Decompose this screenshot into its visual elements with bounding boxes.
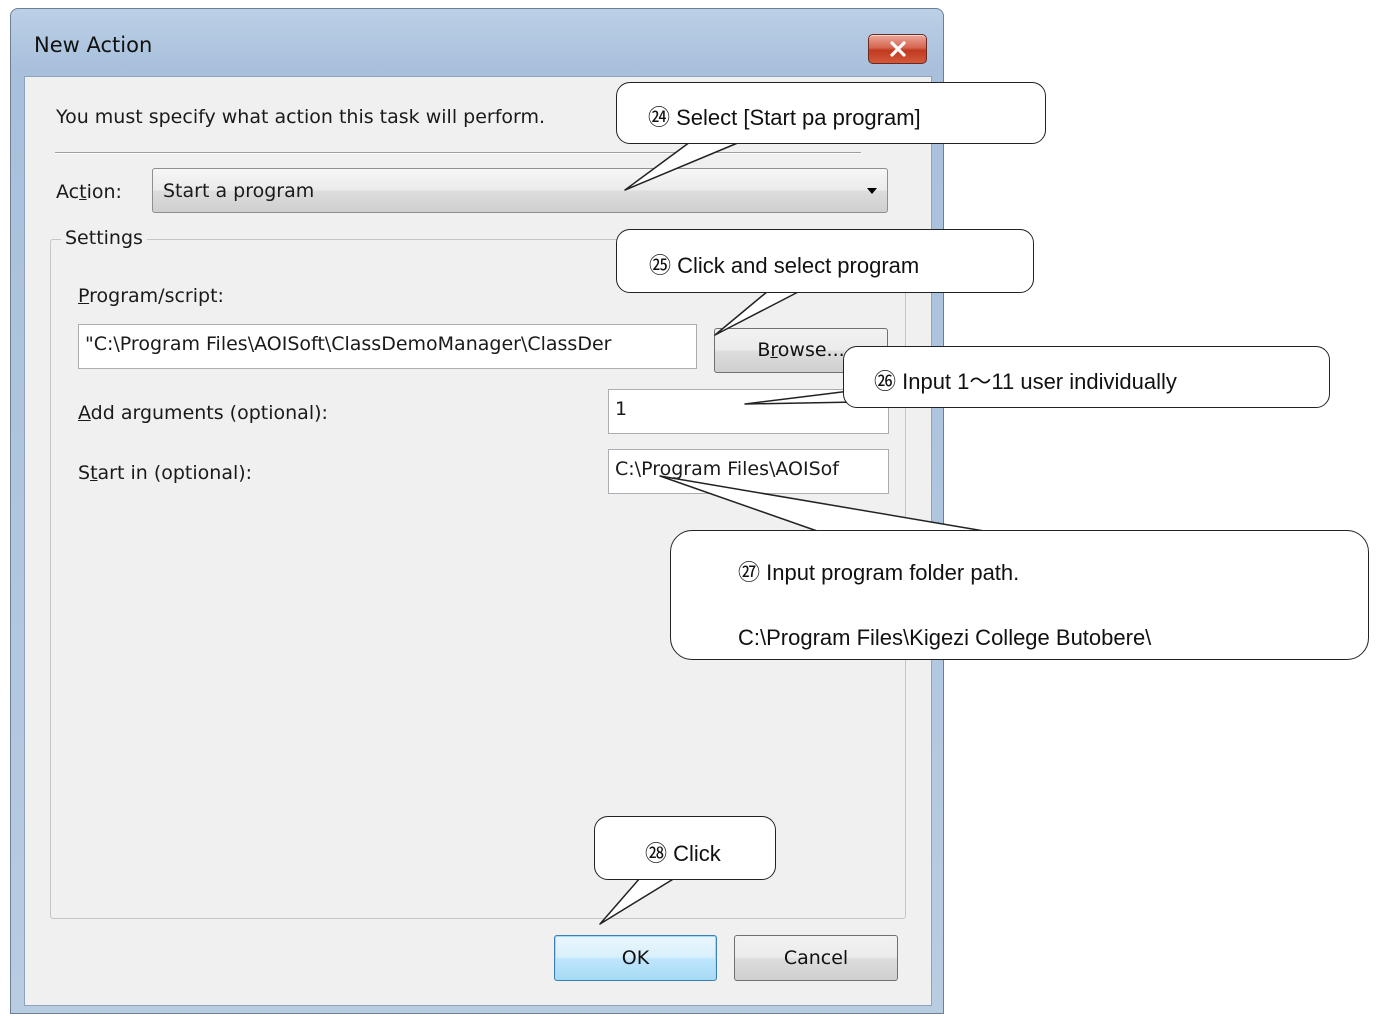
callout-24: ㉔ Select [Start pa program] — [616, 82, 1046, 144]
title-bar[interactable]: New Action — [11, 9, 943, 81]
program-script-label: Program/script: — [78, 285, 224, 307]
callout-27-line2: C:\Program Files\Kigezi College Butobere… — [738, 625, 1152, 650]
callout-26-text: ㉖ Input 1～11 user individually — [874, 369, 1177, 394]
callout-28: ㉘ Click — [594, 816, 776, 880]
new-action-window: New Action You must specify what action … — [10, 8, 944, 1014]
ok-button[interactable]: OK — [554, 935, 717, 981]
settings-group-title: Settings — [61, 227, 147, 249]
callout-26: ㉖ Input 1～11 user individually — [843, 346, 1330, 408]
callout-27: ㉗ Input program folder path. C:\Program … — [670, 530, 1369, 660]
action-label: Action: — [56, 181, 122, 203]
chevron-down-icon — [867, 188, 877, 194]
close-x-icon — [889, 41, 906, 57]
start-in-input[interactable]: C:\Program Files\AOISof — [608, 449, 889, 494]
callout-24-text: ㉔ Select [Start pa program] — [648, 105, 921, 130]
window-title: New Action — [34, 33, 153, 57]
separator — [55, 152, 861, 153]
action-dropdown-value: Start a program — [163, 180, 315, 202]
program-script-input[interactable]: "C:\Program Files\AOISoft\ClassDemoManag… — [78, 324, 697, 369]
cancel-button[interactable]: Cancel — [734, 935, 898, 981]
close-button[interactable] — [868, 34, 927, 64]
start-in-label: Start in (optional): — [78, 462, 253, 484]
callout-28-text: ㉘ Click — [645, 841, 721, 866]
callout-25: ㉕ Click and select program — [616, 229, 1034, 293]
callout-25-text: ㉕ Click and select program — [649, 253, 920, 278]
callout-27-line1: ㉗ Input program folder path. — [738, 560, 1020, 585]
add-arguments-label: Add arguments (optional): — [78, 402, 328, 424]
intro-text: You must specify what action this task w… — [56, 106, 546, 128]
action-dropdown[interactable]: Start a program — [152, 168, 888, 213]
